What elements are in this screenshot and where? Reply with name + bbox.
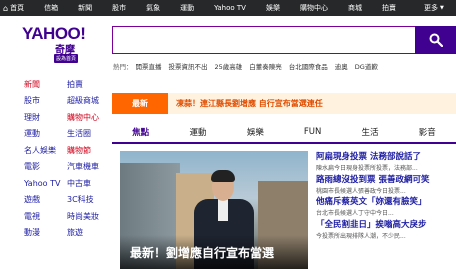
sidebar-item-used-cars[interactable]: 中古車 (67, 178, 110, 189)
sidebar-item-shopping[interactable]: 購物中心 (67, 112, 110, 123)
chevron-down-icon: ▼ (439, 5, 444, 11)
trending-label: 熱門： (113, 63, 133, 71)
trending-item[interactable]: 台北國際食品 (289, 61, 328, 71)
news-desc: 今投票所出現排隊人潮，不少民... (316, 232, 406, 240)
news-title[interactable]: 「全民割韭日」挨嗡高大戾步 (316, 218, 456, 230)
sidebar-item-life[interactable]: 生活圈 (67, 128, 110, 139)
topnav-home-label: 首頁 (10, 4, 25, 12)
sidebar-services: 新聞 拍賣 股市 超級商城 理財 購物中心 運動 生活圈 名人娛樂 購物節 電影 汽車機車 … (24, 76, 110, 241)
topnav-more[interactable]: 更多 ▼ (424, 0, 444, 16)
topnav-weather[interactable]: 氣象 (146, 0, 160, 16)
news-title[interactable]: 路雨總沒投到票 張善政網可笑 (316, 173, 456, 185)
topnav-entertainment[interactable]: 娛樂 (266, 0, 280, 16)
trending-bar: 熱門： 開票直播 投票資訊不出 25歲高雄 白董奏陳亮 台北國際食品 迪奧 DG… (113, 61, 456, 71)
topnav-yahoo-tv[interactable]: Yahoo TV (214, 0, 246, 16)
breaking-news-bar[interactable]: 最新 凍蒜！連江縣長劉增應 自行宣布當選連任 (112, 93, 456, 114)
topnav-news[interactable]: 新聞 (78, 0, 92, 16)
sidebar-item-sports[interactable]: 運動 (24, 128, 67, 139)
news-title[interactable]: 他痛斥蔡英文「妳還有臉笑」 (316, 195, 456, 207)
news-desc: 桃園市長候選人張善政今日投票... (316, 187, 406, 195)
person-hair (211, 170, 235, 182)
topnav-mail[interactable]: 信箱 (44, 0, 58, 16)
sidebar-item-shopping-festival[interactable]: 購物節 (67, 145, 110, 156)
search-button[interactable] (415, 26, 456, 54)
sidebar-item-celebrity[interactable]: 名人娛樂 (24, 145, 67, 156)
trending-item[interactable]: 白董奏陳亮 (249, 61, 282, 71)
set-homepage-tag[interactable]: 設為首頁 (54, 54, 79, 63)
sidebar-item-stock[interactable]: 股市 (24, 95, 67, 106)
topnav-shopping[interactable]: 購物中心 (300, 0, 328, 16)
sidebar-item-auction[interactable]: 拍賣 (67, 79, 110, 90)
trending-item[interactable]: DG道歉 (355, 61, 378, 71)
sidebar-item-news[interactable]: 新聞 (24, 79, 67, 90)
sidebar-item-autos[interactable]: 汽車機車 (67, 161, 110, 172)
trending-item[interactable]: 投票資訊不出 (169, 61, 208, 71)
trending-item[interactable]: 迪奧 (335, 61, 348, 71)
topnav-mall[interactable]: 商城 (348, 0, 362, 16)
topnav-sports[interactable]: 運動 (180, 0, 194, 16)
topnav-stock[interactable]: 股市 (112, 0, 126, 16)
news-title[interactable]: 阿扁現身投票 法務部說話了 (316, 150, 456, 162)
news-desc: 陳水扁今日現身投票所投票，法務部... (316, 165, 418, 172)
sidebar-item-style[interactable]: 時尚美妝 (67, 211, 110, 222)
news-list: 阿扁現身投票 法務部說話了 陳水扁今日現身投票所投票，法務部... 路雨總沒投到… (316, 150, 456, 240)
tab-life[interactable]: 生活 (341, 122, 398, 142)
sidebar-item-yahoo-tv[interactable]: Yahoo TV (24, 179, 67, 188)
tab-entertainment[interactable]: 娛樂 (227, 122, 284, 142)
news-desc: 台北市長候選人丁守中今日... (316, 210, 394, 217)
tab-fun[interactable]: FUN (284, 122, 341, 142)
topnav-auction[interactable]: 拍賣 (382, 0, 396, 16)
tab-video[interactable]: 影音 (399, 122, 456, 142)
sidebar-item-anime[interactable]: 動漫 (24, 227, 67, 238)
sidebar-item-tech[interactable]: 3C科技 (67, 194, 110, 205)
sidebar-item-mall[interactable]: 超級商城 (67, 95, 110, 106)
news-item[interactable]: 他痛斥蔡英文「妳還有臉笑」 台北市長候選人丁守中今日... (316, 195, 456, 218)
hero-news-image[interactable]: 最新！劉增應自行宣布當選 (120, 151, 308, 269)
search-input[interactable] (112, 26, 415, 54)
search-icon (429, 33, 443, 47)
topnav-more-label: 更多 (423, 4, 438, 12)
news-item[interactable]: 「全民割韭日」挨嗡高大戾步 今投票所出現排隊人潮，不少民... (316, 218, 456, 241)
home-icon: ⌂ (3, 3, 9, 13)
sidebar-item-movies[interactable]: 電影 (24, 161, 67, 172)
sidebar-item-tv[interactable]: 電視 (24, 211, 67, 222)
sidebar-item-games[interactable]: 遊戲 (24, 194, 67, 205)
news-item[interactable]: 阿扁現身投票 法務部說話了 陳水扁今日現身投票所投票，法務部... (316, 150, 456, 173)
tab-sports[interactable]: 運動 (169, 122, 226, 142)
breaking-headline[interactable]: 凍蒜！連江縣長劉增應 自行宣布當選連任 (176, 98, 323, 109)
news-tabs: 焦點 運動 娛樂 FUN 生活 影音 (112, 122, 456, 144)
top-nav-bar: ⌂ 首頁 信箱 新聞 股市 氣象 運動 Yahoo TV 娛樂 購物中心 商城 … (0, 0, 456, 16)
trending-item[interactable]: 開票直播 (136, 61, 162, 71)
topnav-home[interactable]: ⌂ 首頁 (0, 0, 24, 16)
sidebar-item-finance[interactable]: 理財 (24, 112, 67, 123)
breaking-label: 最新 (112, 93, 168, 114)
yahoo-logo[interactable]: YAHOO! 奇摩 設為首頁 (22, 25, 98, 63)
hero-caption[interactable]: 最新！劉增應自行宣布當選 (120, 235, 308, 269)
trending-item[interactable]: 25歲高雄 (215, 61, 243, 71)
news-item[interactable]: 路雨總沒投到票 張善政網可笑 桃園市長候選人張善政今日投票... (316, 173, 456, 196)
logo-brand: YAHOO! (22, 24, 86, 43)
person-shirt (218, 199, 228, 221)
tab-focus[interactable]: 焦點 (112, 122, 170, 144)
sidebar-item-travel[interactable]: 旅遊 (67, 227, 110, 238)
